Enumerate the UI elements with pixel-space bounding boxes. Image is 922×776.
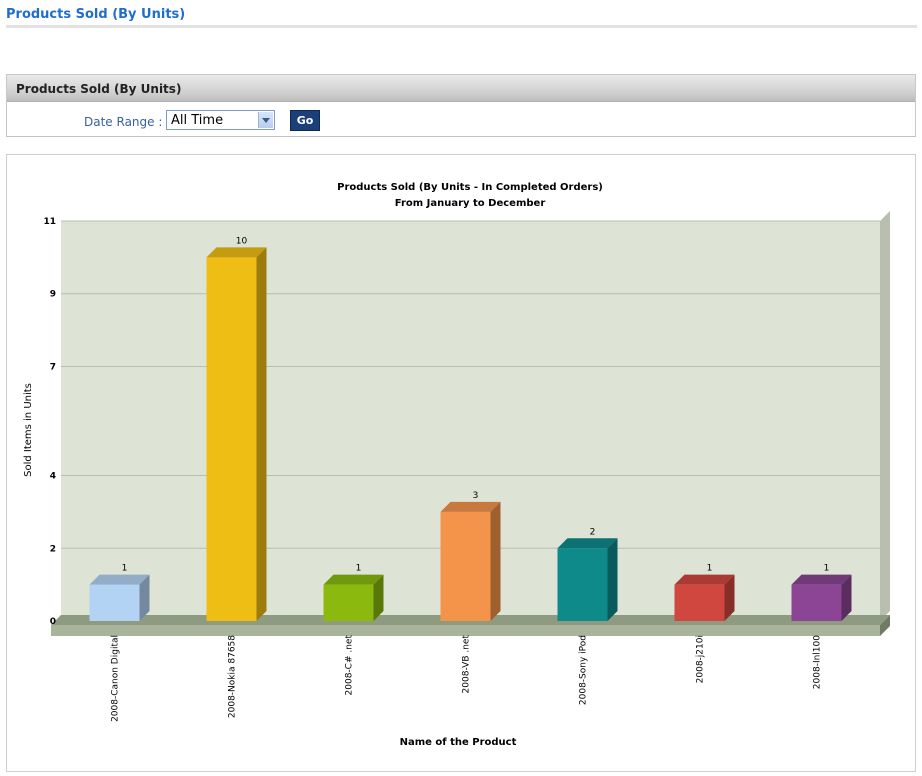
y-axis-label: Sold Items in Units	[23, 383, 34, 477]
data-label: 1	[707, 564, 713, 574]
bar	[557, 548, 608, 621]
y-tick-label: 11	[43, 217, 56, 227]
bar-top	[440, 501, 501, 512]
x-axis-label: Name of the Product	[400, 737, 517, 748]
x-tick-label: 2008-Inl100	[813, 635, 823, 689]
title-divider	[6, 25, 917, 28]
y-tick-label: 9	[50, 290, 56, 300]
data-label: 1	[356, 564, 362, 574]
chevron-down-icon[interactable]	[258, 112, 273, 128]
panel-header-title: Products Sold (By Units)	[16, 82, 182, 96]
plot-side-wall	[880, 211, 890, 621]
chart-subtitle: From January to December	[395, 198, 546, 209]
data-label: 1	[824, 564, 830, 574]
filter-panel: Products Sold (By Units) Date Range : Al…	[6, 74, 916, 137]
bar	[89, 584, 140, 621]
x-tick-label: 2008-C# .net	[345, 635, 355, 696]
bar-top	[323, 574, 384, 585]
date-range-value: All Time	[171, 113, 224, 128]
bar-side	[607, 538, 618, 621]
bar	[440, 511, 491, 621]
x-tick-label: 2008-Nokia 87658	[228, 635, 238, 718]
y-tick-label: 4	[50, 472, 56, 482]
data-label: 10	[236, 236, 248, 246]
y-tick-label: 0	[50, 617, 56, 627]
chart-floor	[51, 625, 880, 636]
x-tick-label: 2008-Canon Digital	[111, 635, 121, 722]
bar-top	[674, 574, 735, 585]
bar-top	[557, 538, 618, 549]
bar-top	[206, 247, 267, 258]
x-tick-label: 2008-VB .net	[462, 635, 472, 694]
go-button[interactable]: Go	[290, 110, 320, 131]
data-label: 2	[590, 527, 596, 537]
bar-chart: Products Sold (By Units - In Completed O…	[23, 182, 890, 748]
date-range-select[interactable]: All Time	[166, 110, 275, 130]
bar	[791, 584, 842, 621]
x-tick-label: 2008-Sony iPod	[579, 635, 589, 705]
chart-panel: Products Sold (By Units - In Completed O…	[6, 154, 916, 772]
y-tick-label: 2	[50, 544, 56, 554]
bar	[674, 584, 725, 621]
bar	[323, 584, 374, 621]
bar-top	[89, 574, 150, 585]
plot-area: 024791112008-Canon Digital102008-Nokia 8…	[43, 211, 890, 722]
bar-side	[256, 247, 267, 621]
panel-header: Products Sold (By Units)	[7, 75, 915, 102]
page-title: Products Sold (By Units)	[6, 7, 186, 22]
y-tick-label: 7	[50, 362, 56, 372]
bar-top	[791, 574, 852, 585]
data-label: 1	[122, 564, 128, 574]
filter-row: Date Range : All Time Go	[7, 102, 915, 137]
date-range-label: Date Range :	[84, 115, 163, 129]
bar	[206, 257, 257, 621]
chart-title: Products Sold (By Units - In Completed O…	[337, 182, 603, 193]
bar-side	[490, 501, 501, 621]
data-label: 3	[473, 491, 479, 501]
x-tick-label: 2008-j210i	[696, 635, 706, 683]
